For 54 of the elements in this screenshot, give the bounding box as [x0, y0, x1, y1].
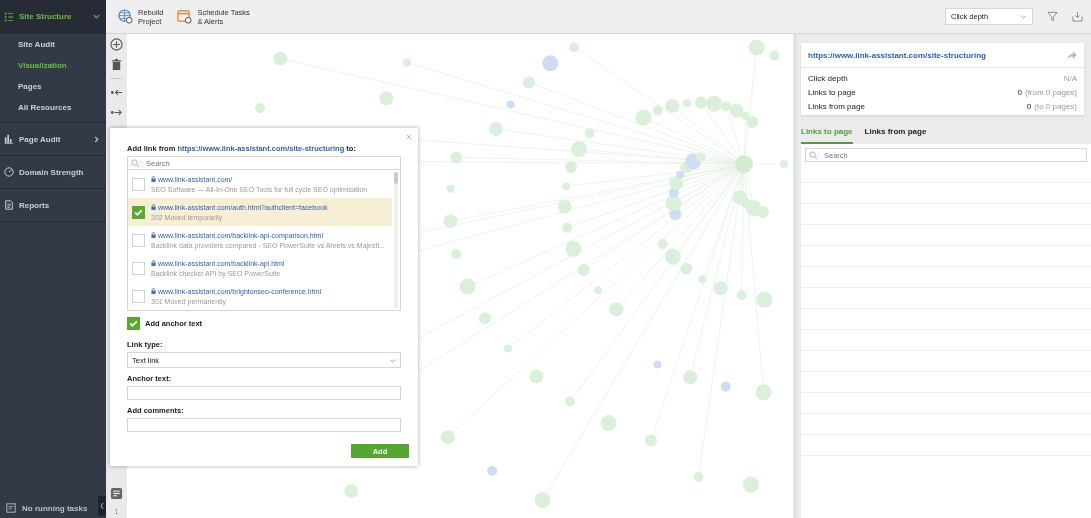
- sidebar-item[interactable]: Visualization: [0, 55, 106, 76]
- sidebar-item[interactable]: All Resources: [0, 97, 106, 118]
- checkbox[interactable]: [132, 233, 145, 247]
- stat-label: Click depth: [808, 74, 849, 83]
- document-icon: [4, 200, 14, 210]
- lock-icon: [151, 204, 156, 210]
- section-label: Domain Strength: [19, 167, 85, 177]
- export-icon[interactable]: [1072, 11, 1083, 22]
- sidebar-section[interactable]: Site Structure: [0, 0, 106, 34]
- stat-label: Links from page: [808, 102, 866, 111]
- search-icon: [131, 159, 140, 168]
- tasks-icon: [6, 503, 16, 513]
- sidebar-item[interactable]: Site Audit: [0, 34, 106, 55]
- chevron-down-icon: [1020, 13, 1027, 20]
- stat-note: (from 0 pages): [1024, 88, 1077, 97]
- comments-field[interactable]: [127, 418, 401, 432]
- filter-icon[interactable]: [1047, 11, 1058, 22]
- checkbox[interactable]: [132, 261, 145, 275]
- page-url-link[interactable]: https://www.link-assistant.com/site-structuring: [808, 50, 986, 60]
- stat-value: 0: [1017, 88, 1022, 97]
- section-label: Page Audit: [19, 134, 62, 144]
- calendar-icon: [177, 9, 193, 24]
- stat-value: N/A: [1063, 74, 1077, 83]
- chevron-down-icon: [389, 356, 396, 364]
- lock-icon: [151, 288, 156, 294]
- tasks-status: No running tasks: [22, 503, 88, 513]
- checkbox[interactable]: [127, 317, 140, 330]
- search-icon: [809, 151, 818, 160]
- sidebar-item[interactable]: Pages: [0, 76, 106, 97]
- checkbox[interactable]: [132, 289, 145, 303]
- globe-icon: [118, 9, 133, 24]
- trash-icon[interactable]: [110, 58, 123, 71]
- lock-icon: [151, 260, 156, 266]
- section-label: Reports: [19, 200, 51, 210]
- list-icon: [4, 11, 14, 22]
- anchor-text-field[interactable]: [127, 386, 401, 400]
- share-arrow-icon[interactable]: [1067, 50, 1077, 60]
- lock-icon: [151, 232, 156, 238]
- counter: 1: [114, 507, 119, 516]
- checkbox[interactable]: [132, 205, 145, 219]
- checkbox[interactable]: [132, 177, 145, 191]
- stat-note: (to 0 pages): [1034, 102, 1077, 111]
- stat-value: 0: [1026, 102, 1032, 111]
- close-icon[interactable]: [406, 134, 412, 140]
- section-label: Site Structure: [19, 12, 73, 21]
- hub-node[interactable]: [735, 155, 753, 173]
- notes-icon[interactable]: [110, 487, 123, 500]
- bar-chart-icon: [4, 134, 14, 144]
- tab[interactable]: Links from page: [864, 127, 927, 144]
- stat-label: Links to page: [808, 88, 857, 97]
- lock-icon: [151, 176, 156, 182]
- gauge-icon: [4, 167, 14, 177]
- collapse-handle-icon[interactable]: [98, 496, 106, 516]
- add-icon[interactable]: [110, 38, 123, 51]
